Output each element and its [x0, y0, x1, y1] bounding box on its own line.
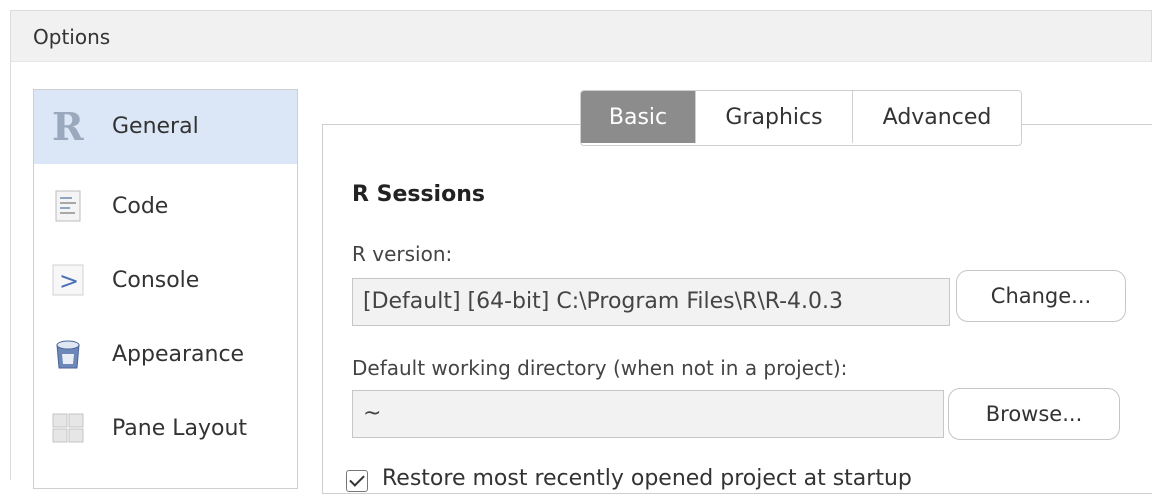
browse-button[interactable]: Browse...	[948, 388, 1120, 440]
r-logo-icon: R	[50, 104, 86, 149]
console-prompt-icon: >	[50, 262, 86, 298]
sidebar-item-label: Code	[112, 194, 169, 219]
sidebar-item-label: Pane Layout	[112, 416, 248, 441]
sidebar-item-console[interactable]: > Console	[34, 244, 297, 318]
code-document-icon	[50, 188, 86, 224]
options-titlebar: Options	[10, 10, 1152, 62]
r-version-label: R version:	[352, 242, 453, 266]
sidebar-item-appearance[interactable]: Appearance	[34, 318, 297, 392]
window-title: Options	[33, 25, 111, 49]
sidebar-item-code[interactable]: Code	[34, 170, 297, 244]
sidebar-item-general[interactable]: R General	[34, 90, 297, 164]
r-version-field[interactable]: [Default] [64-bit] C:\Program Files\R\R-…	[352, 278, 950, 326]
paint-bucket-icon	[50, 336, 86, 372]
svg-text:>: >	[59, 267, 79, 295]
sidebar-item-label: Appearance	[112, 342, 245, 367]
section-title-r-sessions: R Sessions	[352, 182, 485, 207]
restore-project-label: Restore most recently opened project at …	[382, 466, 912, 491]
tab-advanced[interactable]: Advanced	[852, 91, 1021, 143]
options-sidebar: R General Code > Console Appearance Pane…	[33, 89, 298, 489]
sidebar-item-pane-layout[interactable]: Pane Layout	[34, 392, 297, 466]
window-border	[10, 60, 11, 480]
working-dir-label: Default working directory (when not in a…	[352, 356, 848, 380]
tab-basic[interactable]: Basic	[581, 91, 695, 143]
restore-project-checkbox[interactable]	[346, 470, 368, 492]
tab-bar: Basic Graphics Advanced	[580, 90, 1022, 146]
sidebar-item-label: General	[112, 114, 199, 139]
pane-layout-icon	[50, 410, 86, 446]
working-dir-field[interactable]: ~	[352, 390, 944, 438]
change-button[interactable]: Change...	[956, 270, 1126, 322]
svg-text:R: R	[52, 108, 84, 144]
tab-graphics[interactable]: Graphics	[695, 91, 852, 143]
sidebar-item-label: Console	[112, 268, 200, 293]
